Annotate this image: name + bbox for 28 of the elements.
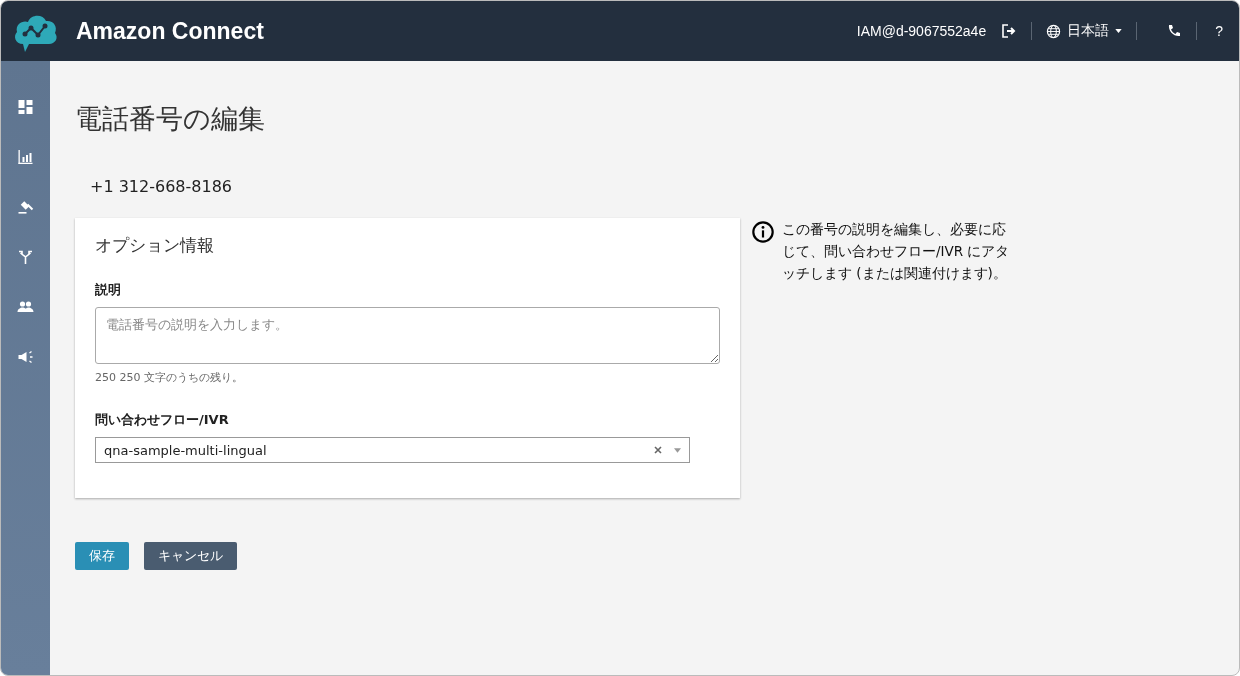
- phone-icon[interactable]: [1166, 23, 1183, 39]
- clear-icon[interactable]: [654, 446, 662, 454]
- card-title: オプション情報: [95, 234, 215, 257]
- flow-select[interactable]: qna-sample-multi-lingual: [95, 437, 690, 463]
- field-label: 問い合わせフロー/IVR: [95, 411, 230, 429]
- info-text: この番号の説明を編集し、必要に応じて、問い合わせフロー/IVR にアタッチします (または関連付けます)。: [782, 220, 1011, 283]
- bar-chart-icon[interactable]: [17, 149, 34, 165]
- save-button[interactable]: 保存: [75, 542, 129, 570]
- character-count-hint: 250 250 文字のうちの残り。: [95, 370, 244, 385]
- routing-icon[interactable]: [17, 249, 34, 265]
- caret-icon[interactable]: [674, 447, 681, 453]
- logout-icon[interactable]: [1001, 23, 1018, 39]
- cancel-button[interactable]: キャンセル: [144, 542, 237, 570]
- app-title: Amazon Connect: [76, 17, 264, 45]
- gavel-icon[interactable]: [17, 199, 34, 215]
- language-dropdown[interactable]: 日本語: [1046, 22, 1123, 40]
- field-label: 説明: [95, 281, 122, 299]
- megaphone-icon[interactable]: [17, 349, 34, 365]
- phone-number: +1 312-668-8186: [90, 177, 233, 196]
- help-button[interactable]: ?: [1211, 23, 1227, 39]
- globe-icon: [1046, 23, 1062, 39]
- dashboard-icon[interactable]: [17, 99, 34, 115]
- caret-icon: [1115, 29, 1123, 33]
- info-icon: [752, 221, 774, 243]
- description-input-field[interactable]: 電話番号の説明を入力します。: [95, 307, 720, 364]
- users-icon[interactable]: [17, 299, 34, 315]
- page-title: 電話番号の編集: [75, 102, 266, 136]
- user-name: IAM@d-9067552a4e: [856, 23, 987, 39]
